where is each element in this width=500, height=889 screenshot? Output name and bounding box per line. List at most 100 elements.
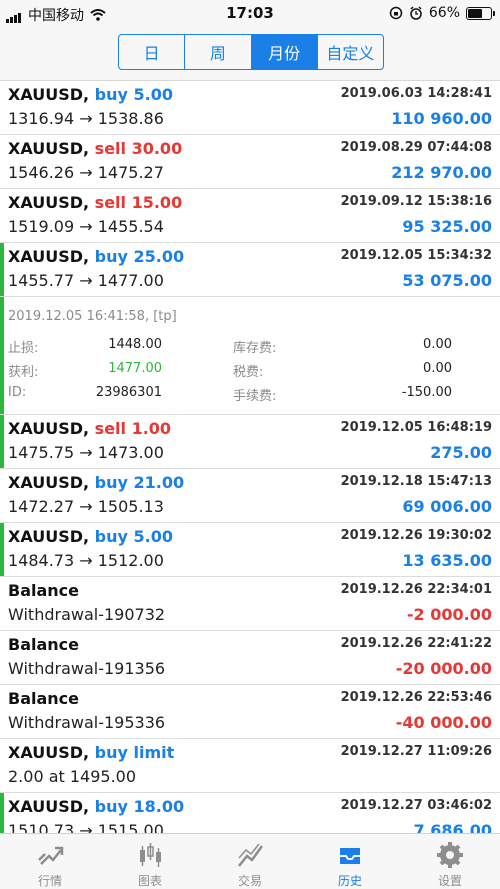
deal-profit: 69 006.00	[402, 497, 492, 516]
deal-time: 2019.06.03 14:28:41	[340, 86, 492, 101]
detail-label: 手续费:	[233, 389, 277, 404]
deal-symbol: XAUUSD,	[8, 419, 90, 438]
deal-time: 2019.12.27 11:09:26	[340, 744, 492, 759]
period-tab-3[interactable]: 自定义	[318, 35, 383, 69]
detail-label: 库存费:	[233, 341, 277, 356]
status-bar: 中国移动 17:03 66%	[0, 0, 500, 28]
detail-value: 1448.00	[108, 337, 162, 352]
deal-row[interactable]: XAUUSD, buy 18.00 2019.12.27 03:46:02 1510…	[0, 793, 500, 833]
rotation-lock-icon	[389, 6, 403, 20]
tab-history-inbox[interactable]: 历史	[300, 834, 400, 889]
deal-profit: 53 075.00	[402, 271, 492, 290]
deal-row[interactable]: XAUUSD, sell 15.00 2019.09.12 15:38:16 151…	[0, 189, 500, 243]
deal-title: XAUUSD, sell 30.00	[8, 139, 182, 158]
deal-prices: 1484.73 → 1512.00	[8, 551, 164, 570]
deal-side: buy limit	[94, 743, 175, 762]
deal-symbol: XAUUSD,	[8, 247, 90, 266]
deal-title: XAUUSD, buy 25.00	[8, 247, 184, 266]
deal-profit: 95 325.00	[402, 217, 492, 236]
deal-side: buy 5.00	[94, 527, 173, 546]
deal-side: buy 5.00	[94, 85, 173, 104]
deal-side: sell 15.00	[94, 193, 183, 212]
detail-value: -150.00	[401, 385, 452, 400]
deal-prices: 1519.09 → 1455.54	[8, 217, 164, 236]
tab-trade[interactable]: 交易	[200, 834, 300, 889]
tab-label: 设置	[437, 874, 462, 888]
deal-title: XAUUSD, buy 21.00	[8, 473, 184, 492]
deal-symbol: XAUUSD,	[8, 743, 90, 762]
deal-symbol: XAUUSD,	[8, 527, 90, 546]
deal-symbol: XAUUSD,	[8, 473, 90, 492]
deal-time: 2019.12.26 22:34:01	[340, 582, 492, 597]
bottom-tab-bar: 行情 图表 交易 历史 设置	[0, 833, 500, 889]
detail-value: 0.00	[423, 337, 452, 352]
battery-fill	[468, 8, 482, 18]
deal-prices: 1316.94 → 1538.86	[8, 109, 164, 128]
deal-title: Balance	[8, 635, 79, 654]
deal-time: 2019.12.18 15:47:13	[340, 474, 492, 489]
tab-candlestick-chart[interactable]: 图表	[100, 834, 200, 889]
detail-value: 23986301	[95, 385, 162, 400]
deal-symbol: XAUUSD,	[8, 797, 90, 816]
period-tab-0[interactable]: 日	[119, 35, 186, 69]
deal-prices: 1510.73 → 1515.00	[8, 821, 164, 833]
deal-prices: Withdrawal-190732	[8, 605, 166, 624]
deal-symbol: XAUUSD,	[8, 85, 90, 104]
deal-title: XAUUSD, sell 1.00	[8, 419, 171, 438]
deal-title: XAUUSD, buy 5.00	[8, 85, 173, 104]
deal-time: 2019.12.26 22:41:22	[340, 636, 492, 651]
deal-prices: 2.00 at 1495.00	[8, 767, 137, 786]
tab-label: 历史	[337, 874, 362, 888]
deal-row[interactable]: XAUUSD, sell 1.00 2019.12.05 16:48:19 1475…	[0, 415, 500, 469]
history-inbox-icon	[340, 848, 360, 864]
period-tab-2[interactable]: 月份	[251, 35, 318, 69]
deal-profit: -40 000.00	[395, 713, 492, 732]
deal-time: 2019.08.29 07:44:08	[340, 140, 492, 155]
deal-prices: 1475.75 → 1473.00	[8, 443, 164, 462]
deal-row[interactable]: XAUUSD, buy 21.00 2019.12.18 15:47:13 1472…	[0, 469, 500, 523]
tab-quotes[interactable]: 行情	[0, 834, 100, 889]
history-header: 日周月份 自定义	[0, 28, 500, 81]
deal-side: buy 21.00	[94, 473, 185, 492]
detail-label: 获利:	[8, 365, 39, 380]
detail-value: 1477.00	[108, 361, 162, 376]
deal-row[interactable]: Balance 2019.12.26 22:34:01 Withdrawal-19…	[0, 577, 500, 631]
deal-row[interactable]: XAUUSD, buy limit 2019.12.27 11:09:26 2.00…	[0, 739, 500, 793]
deal-row[interactable]: XAUUSD, buy 5.00 2019.12.26 19:30:02 1484.…	[0, 523, 500, 577]
deal-side: sell 1.00	[94, 419, 172, 438]
deal-title: XAUUSD, buy 18.00	[8, 797, 184, 816]
detail-value: 0.00	[423, 361, 452, 376]
history-list[interactable]: XAUUSD, buy 5.00 2019.06.03 14:28:41 1316.…	[0, 81, 500, 833]
deal-prices: 1455.77 → 1477.00	[8, 271, 164, 290]
deal-symbol: Balance	[8, 581, 79, 600]
detail-close-time: 2019.12.05 16:41:58, [tp]	[8, 309, 177, 324]
deal-profit: 7 686.00	[413, 821, 492, 833]
deal-row[interactable]: XAUUSD, buy 5.00 2019.06.03 14:28:41 1316.…	[0, 81, 500, 135]
deal-title: XAUUSD, sell 15.00	[8, 193, 182, 212]
deal-profit: 13 635.00	[402, 551, 492, 570]
detail-label: ID:	[8, 385, 27, 400]
deal-symbol: Balance	[8, 635, 79, 654]
period-tab-1[interactable]: 周	[185, 35, 252, 69]
alarm-icon	[410, 6, 422, 20]
quotes-icon	[38, 846, 64, 865]
trade-icon	[238, 843, 264, 867]
deal-row[interactable]: XAUUSD, buy 25.00 2019.12.05 15:34:32 1455…	[0, 243, 500, 297]
deal-profit: -20 000.00	[395, 659, 492, 678]
deal-row[interactable]: XAUUSD, sell 30.00 2019.08.29 07:44:08 154…	[0, 135, 500, 189]
deal-title: Balance	[8, 581, 79, 600]
deal-prices: Withdrawal-191356	[8, 659, 166, 678]
deal-row[interactable]: Balance 2019.12.26 22:53:46 Withdrawal-19…	[0, 685, 500, 739]
deal-symbol: XAUUSD,	[8, 193, 90, 212]
gear-icon	[437, 842, 463, 868]
tab-label: 行情	[37, 874, 62, 888]
deal-row[interactable]: Balance 2019.12.26 22:41:22 Withdrawal-19…	[0, 631, 500, 685]
tab-label: 交易	[237, 874, 262, 888]
period-selector: 日周月份 自定义	[118, 34, 384, 70]
deal-time: 2019.12.05 16:48:19	[340, 420, 492, 435]
deal-side: sell 30.00	[94, 139, 183, 158]
tab-gear[interactable]: 设置	[400, 834, 500, 889]
deal-title: XAUUSD, buy 5.00	[8, 527, 173, 546]
deal-profit: -2 000.00	[406, 605, 492, 624]
deal-side: buy 18.00	[94, 797, 185, 816]
